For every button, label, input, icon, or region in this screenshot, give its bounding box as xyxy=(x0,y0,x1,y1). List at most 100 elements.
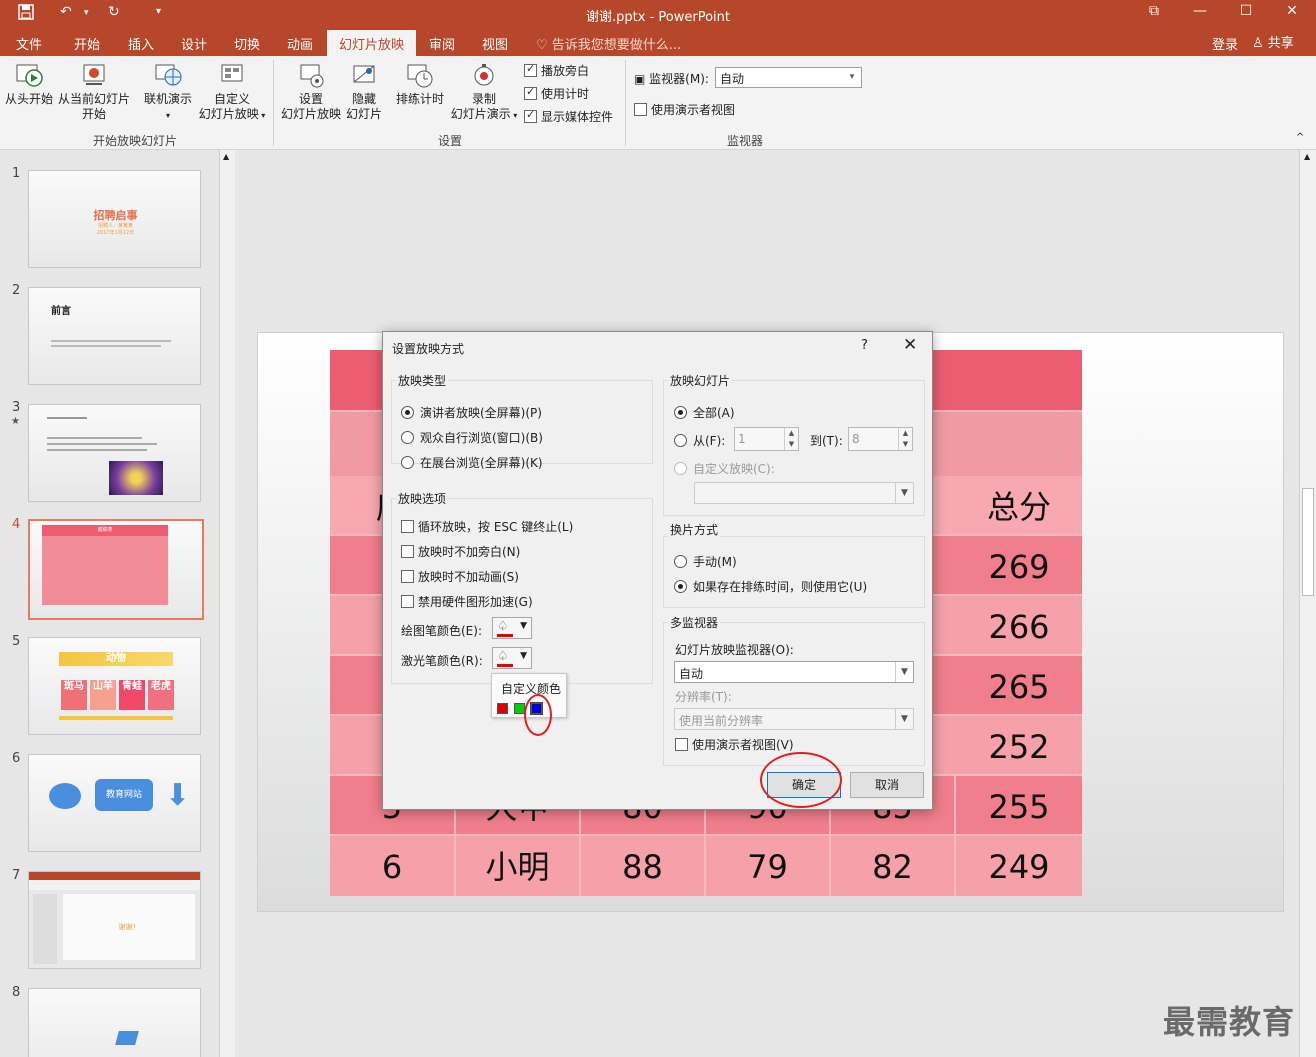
maximize-icon[interactable]: ☐ xyxy=(1223,3,1269,19)
record-slideshow-button[interactable]: 录制 幻灯片演示 ▾ xyxy=(448,62,520,123)
tab-insert[interactable]: 插入 xyxy=(128,34,154,53)
custom-show-select[interactable]: ▼ xyxy=(694,482,914,504)
scroll-up-icon[interactable]: ▲ xyxy=(1304,152,1310,161)
from-spinner[interactable]: 1 ▲ ▼ xyxy=(734,427,799,451)
from-start-button[interactable]: 从头开始 xyxy=(4,62,54,107)
custom-slideshow-button[interactable]: 自定义 幻灯片放映 ▾ xyxy=(196,62,268,123)
slide-number: 7 xyxy=(12,868,21,883)
presenter-view-checkbox[interactable]: 使用演示者视图 xyxy=(634,101,735,118)
from-slides-radio[interactable]: 从(F): xyxy=(674,432,725,449)
paint-bucket-icon: ♤ xyxy=(497,619,509,634)
table-cell: 6 xyxy=(330,836,456,896)
slide-number: 1 xyxy=(12,166,21,181)
resolution-label: 分辨率(T): xyxy=(675,690,732,704)
color-indicator xyxy=(497,664,513,667)
tab-animations[interactable]: 动画 xyxy=(287,34,313,53)
ribbon-tabs: 文件 开始 插入 设计 切换 动画 幻灯片放映 审阅 视图 ♡ 告诉我您想要做什… xyxy=(0,28,1316,56)
dialog-title: 设置放映方式 xyxy=(392,342,465,356)
custom-show-radio[interactable]: 自定义放映(C): xyxy=(674,460,775,477)
no-animation-checkbox[interactable]: 放映时不加动画(S) xyxy=(401,568,519,585)
setup-slideshow-button[interactable]: 设置 幻灯片放映 xyxy=(278,62,344,122)
thumb-ribbon xyxy=(29,880,200,890)
monitor-select[interactable]: 自动 ▾ xyxy=(715,67,862,88)
ribbon-display-icon[interactable]: ⧉ xyxy=(1131,3,1177,19)
tab-home[interactable]: 开始 xyxy=(74,34,100,53)
slide-thumbnail-3[interactable] xyxy=(28,404,201,502)
presenter-fullscreen-radio[interactable]: 演讲者放映(全屏幕)(P) xyxy=(401,404,542,421)
slide-thumbnail-5[interactable]: 动物 斑马 山羊 青蛙 老虎 xyxy=(28,637,201,735)
present-online-button[interactable]: 联机演示 ▾ xyxy=(140,62,196,123)
manual-advance-radio[interactable]: 手动(M) xyxy=(674,553,737,570)
dialog-presenter-view-checkbox[interactable]: 使用演示者视图(V) xyxy=(675,736,794,753)
table-cell: 255 xyxy=(988,788,1050,826)
stopwatch-icon xyxy=(407,64,433,88)
slide-number: 2 xyxy=(12,283,21,298)
lightbulb-icon: ♡ xyxy=(536,38,552,53)
slide-number: 8 xyxy=(12,985,21,1000)
slide-thumbnail-8[interactable] xyxy=(28,988,201,1057)
table-cell: 总分 xyxy=(986,488,1051,526)
close-icon[interactable]: ✕ xyxy=(1269,3,1315,19)
rehearse-timings-button[interactable]: 排练计时 xyxy=(392,62,448,107)
minimize-icon[interactable]: — xyxy=(1177,3,1223,19)
slide-number: 3 xyxy=(12,400,21,415)
pen-color-button[interactable]: ♤ ▼ xyxy=(492,617,532,639)
tab-transitions[interactable]: 切换 xyxy=(234,34,260,53)
slide-thumbnail-2[interactable]: 前言 xyxy=(28,287,201,385)
tab-view[interactable]: 视图 xyxy=(482,34,508,53)
tab-slideshow[interactable]: 幻灯片放映 xyxy=(327,30,417,56)
radio-selected-icon xyxy=(674,580,687,593)
thumbnail-scrollbar[interactable]: ▲ xyxy=(219,150,235,1057)
slide-thumbnail-7[interactable]: 谢谢！ xyxy=(28,871,201,969)
collapse-ribbon-icon[interactable]: ^ xyxy=(1296,132,1304,143)
show-type-group xyxy=(391,380,653,464)
thumb-subtitle: 2017年1月12日 xyxy=(96,230,135,236)
close-icon[interactable]: ✕ xyxy=(903,335,917,355)
table-cell: 82 xyxy=(831,836,956,896)
show-media-controls-checkbox[interactable]: 显示媒体控件 xyxy=(524,108,613,125)
hide-slide-button[interactable]: 隐藏 幻灯片 xyxy=(344,62,384,122)
tab-file[interactable]: 文件 xyxy=(16,34,42,53)
cancel-button[interactable]: 取消 xyxy=(850,772,924,798)
play-narrations-checkbox[interactable]: 播放旁白 xyxy=(524,62,589,79)
tab-design[interactable]: 设计 xyxy=(181,34,207,53)
slide-thumbnail-4[interactable]: 成绩表 xyxy=(28,519,204,620)
login-link[interactable]: 登录 xyxy=(1212,34,1238,53)
to-label: 到(T): xyxy=(810,434,843,448)
table-cell: 266 xyxy=(988,608,1050,646)
thumb-table-title: 成绩表 xyxy=(42,525,168,536)
thumb-text-line xyxy=(47,449,147,451)
use-timings-radio[interactable]: 如果存在排练时间，则使用它(U) xyxy=(674,578,867,595)
thumb-table: 成绩表 xyxy=(42,525,168,605)
no-narration-checkbox[interactable]: 放映时不加旁白(N) xyxy=(401,543,520,560)
help-icon[interactable]: ? xyxy=(861,338,868,353)
animation-star-icon: ★ xyxy=(11,416,20,427)
checkbox-icon xyxy=(401,570,414,583)
slide-scrollbar[interactable]: ▲ xyxy=(1299,150,1316,1057)
browsed-window-radio[interactable]: 观众自行浏览(窗口)(B) xyxy=(401,429,543,446)
ribbon: 从头开始 从当前幻灯片 开始 联机演示 ▾ 自定义 幻灯片放映 ▾ 开始放映幻灯片 设… xyxy=(0,56,1316,150)
kiosk-fullscreen-radio[interactable]: 在展台浏览(全屏幕)(K) xyxy=(401,454,543,471)
custom-color-label: 自定义颜色 xyxy=(501,682,562,696)
slide-thumbnail-6[interactable]: 教育网站 ⬇ xyxy=(28,754,201,852)
slide-thumbnail-1[interactable]: 招聘启事 招聘人：某某某 2017年1月12日 xyxy=(28,170,201,268)
use-timings-checkbox[interactable]: 使用计时 xyxy=(524,85,589,102)
slideshow-monitor-select[interactable]: 自动 ▼ xyxy=(674,661,914,683)
laser-color-button[interactable]: ♤ ▼ xyxy=(492,647,532,669)
tab-review[interactable]: 审阅 xyxy=(429,34,455,53)
loop-checkbox[interactable]: 循环放映，按 ESC 键终止(L) xyxy=(401,518,573,535)
to-spinner[interactable]: 8 ▲ ▼ xyxy=(848,427,913,451)
group-label-monitor: 监视器 xyxy=(726,134,763,148)
disable-hw-accel-checkbox[interactable]: 禁用硬件图形加速(G) xyxy=(401,593,533,610)
all-slides-radio[interactable]: 全部(A) xyxy=(674,404,735,421)
radio-icon xyxy=(674,434,687,447)
thumb-text: 谢谢！ xyxy=(118,923,140,931)
from-current-button[interactable]: 从当前幻灯片 开始 xyxy=(57,62,131,122)
share-button[interactable]: ♙ 共享 xyxy=(1252,32,1294,51)
tellme-search[interactable]: ♡ 告诉我您想要做什么... xyxy=(536,34,681,53)
radio-selected-icon xyxy=(401,406,414,419)
resolution-select[interactable]: 使用当前分辨率 ▼ xyxy=(674,708,914,730)
color-swatch-red[interactable] xyxy=(497,703,508,714)
scroll-thumb[interactable] xyxy=(1302,488,1314,596)
scroll-up-icon[interactable]: ▲ xyxy=(223,152,229,161)
